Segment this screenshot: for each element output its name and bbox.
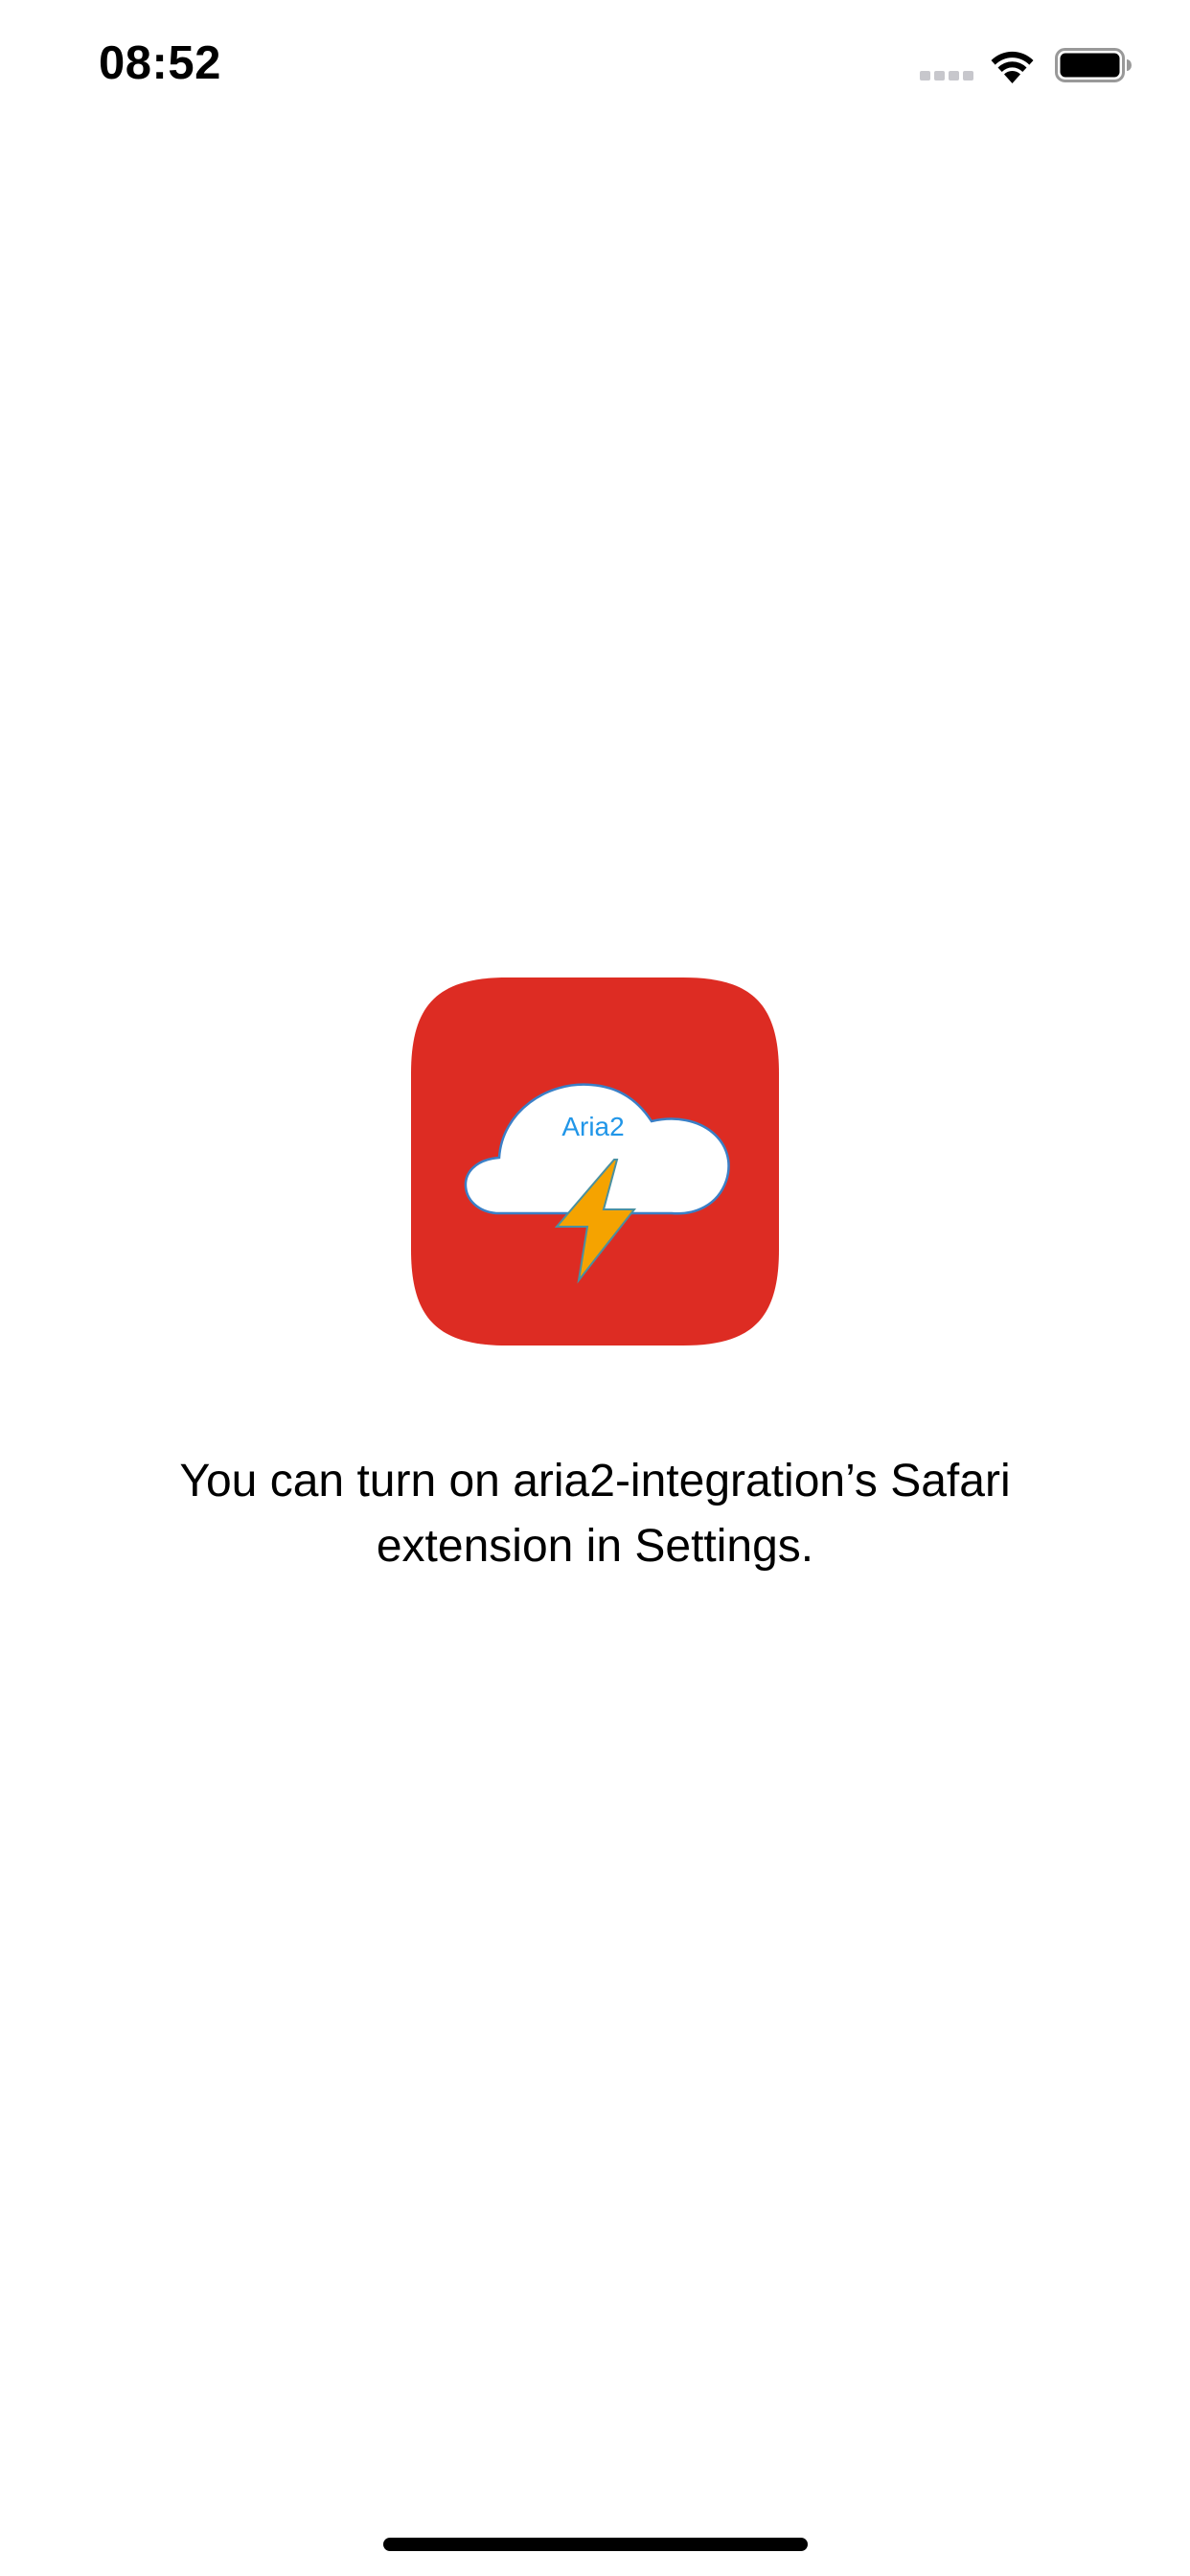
app-icon-label: Aria2 [561,1112,624,1141]
app-icon: Aria2 [411,978,779,1346]
extension-settings-message: You can turn on aria2-integration’s Safa… [179,1456,1011,1572]
home-indicator[interactable] [383,2538,808,2551]
status-time: 08:52 [99,37,221,89]
battery-icon [1055,48,1132,82]
wifi-icon [991,51,1034,83]
aria2-cloud-lightning-icon: Aria2 [411,978,779,1346]
cellular-signal-icon [920,71,973,80]
status-bar: 08:52 [0,0,1190,134]
